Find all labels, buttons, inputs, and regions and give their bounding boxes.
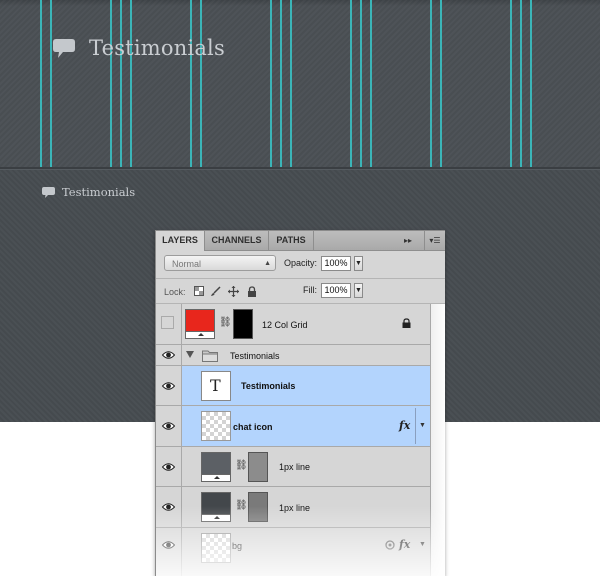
layer-thumbnail xyxy=(201,492,231,522)
header-title: Testimonials xyxy=(89,36,225,60)
link-chain-icon: ⛓ xyxy=(235,500,248,511)
layer-name: 1px line xyxy=(279,503,311,513)
grid-guide xyxy=(270,0,272,170)
tab-paths[interactable]: PATHS xyxy=(269,231,314,250)
link-chain-icon: ⛓ xyxy=(219,317,232,328)
layer-effects-fx-icon[interactable]: fx xyxy=(399,538,410,551)
layer-row[interactable]: bg fx ▼ xyxy=(156,528,430,576)
collapse-arrows-icon[interactable]: ▸▸ xyxy=(404,231,412,250)
visibility-toggle[interactable] xyxy=(156,447,182,486)
visibility-toggle[interactable] xyxy=(156,366,182,405)
eye-icon xyxy=(162,503,175,511)
link-chain-icon: ⛓ xyxy=(235,460,248,471)
grid-guide xyxy=(430,0,432,170)
eye-icon xyxy=(162,422,175,430)
opacity-label: Opacity: xyxy=(284,258,318,268)
layer-name: 1px line xyxy=(279,462,311,472)
panel-tab-bar: LAYERS CHANNELS PATHS ▸▸ ▾☰ xyxy=(156,231,445,251)
expand-effects-arrow-icon[interactable]: ▼ xyxy=(419,422,426,429)
eye-icon xyxy=(162,382,175,390)
grid-guide xyxy=(530,0,532,170)
grid-guide xyxy=(130,0,132,170)
eye-icon xyxy=(162,463,175,471)
visibility-toggle[interactable] xyxy=(156,304,182,344)
grid-guide xyxy=(290,0,292,170)
grid-guide xyxy=(280,0,282,170)
text-layer-glyph: T xyxy=(210,376,221,395)
lock-label: Lock: xyxy=(164,287,186,297)
grid-guide xyxy=(200,0,202,170)
layer-row[interactable]: T Testimonials xyxy=(156,366,430,406)
lock-position-icon[interactable] xyxy=(228,286,239,297)
text-layer-thumbnail: T xyxy=(201,371,231,401)
layer-effects-fx-icon[interactable]: fx xyxy=(399,419,410,432)
grid-guide xyxy=(370,0,372,170)
grid-guide xyxy=(40,0,42,170)
layer-row[interactable]: ⛓ 1px line xyxy=(156,447,430,487)
visibility-toggle[interactable] xyxy=(156,406,182,446)
visibility-toggle[interactable] xyxy=(156,487,182,527)
layer-thumbnail xyxy=(201,533,231,563)
layer-style-icon xyxy=(385,540,395,550)
layer-mask-thumbnail xyxy=(233,309,253,339)
section-title: Testimonials xyxy=(62,185,136,199)
fill-input[interactable]: 100% xyxy=(321,283,351,298)
layer-thumbnail xyxy=(201,452,231,482)
panel-menu-icon[interactable]: ▾☰ xyxy=(424,231,445,250)
layer-thumbnail xyxy=(185,309,215,339)
eye-icon xyxy=(162,541,175,549)
lock-transparency-icon[interactable] xyxy=(194,286,204,296)
layer-group-row[interactable]: Testimonials xyxy=(156,345,430,366)
lock-all-icon[interactable] xyxy=(247,286,257,297)
visibility-empty-box xyxy=(161,316,174,329)
layer-name: 12 Col Grid xyxy=(262,320,308,330)
layer-row[interactable]: ⛓ 12 Col Grid xyxy=(156,304,430,345)
folder-icon xyxy=(202,350,218,362)
group-expand-triangle-icon[interactable] xyxy=(186,351,194,358)
header-band: Testimonials xyxy=(0,0,600,170)
layers-list: ⛓ 12 Col Grid Testimonials T Testimonial… xyxy=(156,304,430,576)
lock-toolbar: Lock: Fill: 100% ▼ xyxy=(156,279,445,303)
expand-effects-arrow-icon[interactable]: ▼ xyxy=(419,541,426,548)
opacity-dropdown-button[interactable]: ▼ xyxy=(354,256,363,271)
layers-panel: LAYERS CHANNELS PATHS ▸▸ ▾☰ Normal ▲ Opa… xyxy=(155,230,445,576)
fx-divider xyxy=(415,408,416,444)
grid-guide xyxy=(360,0,362,170)
visibility-toggle[interactable] xyxy=(156,528,182,576)
grid-guide xyxy=(520,0,522,170)
opacity-input[interactable]: 100% xyxy=(321,256,351,271)
visibility-toggle[interactable] xyxy=(156,345,182,365)
grid-guide xyxy=(510,0,512,170)
fill-label: Fill: xyxy=(303,285,317,295)
blend-mode-value: Normal xyxy=(172,259,202,269)
layers-scrollbar[interactable] xyxy=(430,304,445,576)
grid-guide xyxy=(50,0,52,170)
layer-group-name: Testimonials xyxy=(230,351,280,361)
eye-icon xyxy=(162,351,175,359)
layer-lock-icon xyxy=(402,318,411,328)
fill-dropdown-button[interactable]: ▼ xyxy=(354,283,363,298)
layer-row[interactable]: chat icon fx ▼ xyxy=(156,406,430,447)
layer-name: bg xyxy=(232,541,243,551)
layer-mask-thumbnail xyxy=(248,492,268,522)
grid-guide xyxy=(440,0,442,170)
layer-row[interactable]: ⛓ 1px line xyxy=(156,487,430,528)
tab-channels[interactable]: CHANNELS xyxy=(205,231,269,250)
tab-layers[interactable]: LAYERS xyxy=(156,231,205,251)
grid-guide xyxy=(120,0,122,170)
grid-guide xyxy=(350,0,352,170)
blend-toolbar: Normal ▲ Opacity: 100% ▼ xyxy=(156,251,445,277)
layer-mask-thumbnail xyxy=(248,452,268,482)
blend-mode-select[interactable]: Normal ▲ xyxy=(164,255,276,271)
up-down-arrows-icon: ▲ xyxy=(264,260,271,267)
chat-bubble-icon xyxy=(53,39,75,58)
layer-name: Testimonials xyxy=(241,381,296,391)
lock-image-pixels-icon[interactable] xyxy=(210,286,221,297)
grid-guide xyxy=(110,0,112,170)
layer-name: chat icon xyxy=(233,422,273,432)
grid-guide xyxy=(190,0,192,170)
layer-thumbnail xyxy=(201,411,231,441)
chat-bubble-icon xyxy=(42,187,55,198)
